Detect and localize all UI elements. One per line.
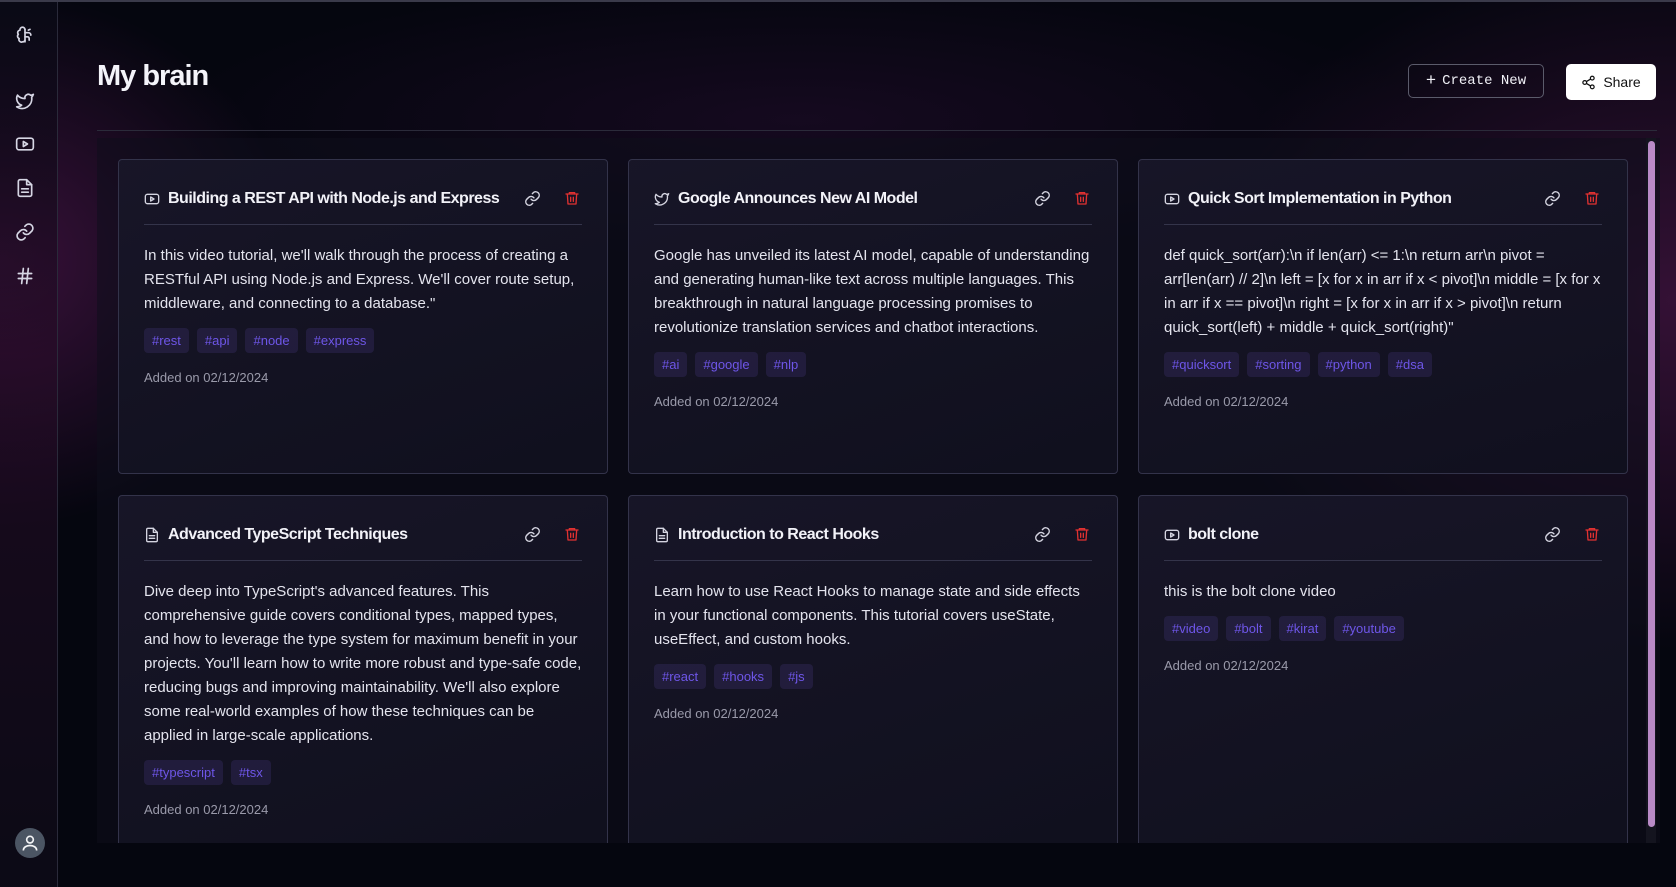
scrollbar-thumb[interactable]: [1648, 141, 1655, 827]
trash-icon[interactable]: [564, 190, 582, 208]
tag[interactable]: #video: [1164, 616, 1219, 641]
tag[interactable]: #dsa: [1387, 352, 1432, 377]
trash-icon[interactable]: [1074, 526, 1092, 544]
card-date: Added on 02/12/2024: [144, 370, 269, 385]
tag[interactable]: #python: [1317, 352, 1380, 377]
youtube-icon: [144, 191, 160, 207]
card: Building a REST API with Node.js and Exp…: [118, 159, 608, 474]
link-icon[interactable]: [1544, 190, 1562, 208]
share-icon: [1582, 75, 1596, 89]
header-divider: [97, 130, 1657, 131]
card-body: this is the bolt clone video: [1164, 583, 1336, 600]
card: bolt clone this is the bolt clone video …: [1138, 495, 1628, 843]
plus-icon: +: [1425, 71, 1437, 91]
card-header: Google Announces New AI Model: [654, 188, 1092, 225]
trash-icon[interactable]: [1074, 190, 1092, 208]
share-label: Share: [1603, 74, 1641, 90]
card-date: Added on 02/12/2024: [654, 394, 779, 409]
tag[interactable]: #react: [654, 664, 707, 689]
hashtag-icon: [17, 267, 33, 285]
card: Advanced TypeScript Techniques Dive deep…: [118, 495, 608, 843]
user-icon: [22, 835, 38, 851]
tag[interactable]: #typescript: [144, 760, 223, 785]
card-header: bolt clone: [1164, 524, 1602, 561]
sidebar-item-links[interactable]: [13, 220, 37, 244]
tag[interactable]: #sorting: [1247, 352, 1310, 377]
card-date: Added on 02/12/2024: [1164, 394, 1289, 409]
tag[interactable]: #bolt: [1226, 616, 1271, 641]
card-title: Introduction to React Hooks: [678, 526, 879, 543]
link-icon[interactable]: [1034, 190, 1052, 208]
trash-icon[interactable]: [1584, 190, 1602, 208]
tag[interactable]: #quicksort: [1164, 352, 1240, 377]
card-header: Building a REST API with Node.js and Exp…: [144, 188, 582, 225]
document-icon: [17, 178, 33, 198]
trash-icon[interactable]: [564, 526, 582, 544]
tag[interactable]: #youtube: [1334, 616, 1404, 641]
trash-icon[interactable]: [1584, 526, 1602, 544]
tag[interactable]: #node: [245, 328, 298, 353]
link-icon: [16, 223, 34, 241]
youtube-icon: [1164, 527, 1180, 543]
card-body: In this video tutorial, we'll walk throu…: [144, 247, 575, 312]
tag[interactable]: #ai: [654, 352, 688, 377]
tag-list: #ai #google #nlp: [654, 352, 1092, 377]
brain-icon[interactable]: [13, 24, 37, 48]
page-title: My brain: [97, 60, 209, 92]
card-header: Introduction to React Hooks: [654, 524, 1092, 561]
tag[interactable]: #api: [196, 328, 238, 353]
tag-list: #video #bolt #kirat #youtube: [1164, 616, 1602, 641]
card-title: Google Announces New AI Model: [678, 190, 918, 207]
card-title: Building a REST API with Node.js and Exp…: [168, 190, 500, 207]
sidebar-item-youtube[interactable]: [13, 132, 37, 156]
card-header: Advanced TypeScript Techniques: [144, 524, 582, 561]
card-date: Added on 02/12/2024: [144, 802, 269, 817]
card-body: Google has unveiled its latest AI model,…: [654, 247, 1090, 336]
card: Google Announces New AI Model Google has…: [628, 159, 1118, 474]
create-new-button[interactable]: + Create New: [1408, 64, 1544, 98]
card-body: Learn how to use React Hooks to manage s…: [654, 583, 1080, 648]
tag-list: #typescript #tsx: [144, 760, 582, 785]
tag[interactable]: #nlp: [765, 352, 807, 377]
card-body: def quick_sort(arr):\n if len(arr) <= 1:…: [1164, 247, 1601, 336]
link-icon[interactable]: [524, 526, 542, 544]
tag[interactable]: #express: [305, 328, 375, 353]
card: Introduction to React Hooks Learn how to…: [628, 495, 1118, 843]
sidebar-item-twitter[interactable]: [13, 89, 37, 113]
sidebar-item-tags[interactable]: [13, 264, 37, 288]
card-body: Dive deep into TypeScript's advanced fea…: [144, 583, 582, 744]
card-title: Advanced TypeScript Techniques: [168, 526, 408, 543]
avatar[interactable]: [15, 828, 45, 858]
twitter-icon: [654, 191, 670, 207]
twitter-icon: [15, 93, 35, 110]
tag-list: #quicksort #sorting #python #dsa: [1164, 352, 1602, 377]
link-icon[interactable]: [524, 190, 542, 208]
tag[interactable]: #google: [695, 352, 758, 377]
tag[interactable]: #kirat: [1278, 616, 1327, 641]
sidebar-item-documents[interactable]: [13, 176, 37, 200]
document-icon: [144, 527, 160, 543]
cards-container: Building a REST API with Node.js and Exp…: [97, 138, 1660, 843]
card-title: Quick Sort Implementation in Python: [1188, 190, 1452, 207]
card: Quick Sort Implementation in Python def …: [1138, 159, 1628, 474]
card-date: Added on 02/12/2024: [1164, 658, 1289, 673]
youtube-icon: [1164, 191, 1180, 207]
share-button[interactable]: Share: [1566, 64, 1656, 100]
tag[interactable]: #tsx: [230, 760, 271, 785]
card-header: Quick Sort Implementation in Python: [1164, 188, 1602, 225]
tag[interactable]: #rest: [144, 328, 189, 353]
youtube-icon: [15, 137, 35, 151]
card-title: bolt clone: [1188, 526, 1259, 543]
tag[interactable]: #hooks: [714, 664, 773, 689]
sidebar: [0, 2, 58, 887]
create-new-label: Create New: [1442, 73, 1527, 89]
tag-list: #rest #api #node #express: [144, 328, 582, 353]
tag-list: #react #hooks #js: [654, 664, 1092, 689]
link-icon[interactable]: [1034, 526, 1052, 544]
link-icon[interactable]: [1544, 526, 1562, 544]
tag[interactable]: #js: [780, 664, 813, 689]
document-icon: [654, 527, 670, 543]
card-date: Added on 02/12/2024: [654, 706, 779, 721]
